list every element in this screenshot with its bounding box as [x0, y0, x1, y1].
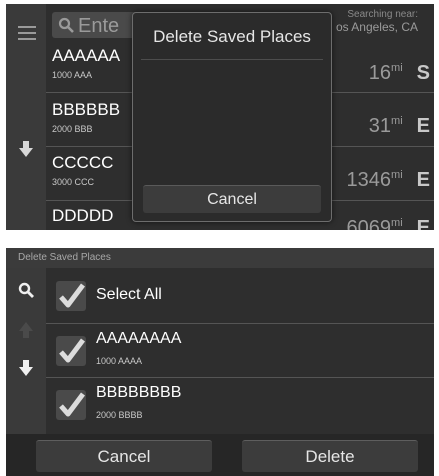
list-item[interactable]: BBBBBBBB 2000 BBBB	[46, 378, 434, 434]
checkmark-icon	[59, 283, 85, 308]
place-name: BBBBBBBB	[96, 384, 182, 401]
select-all-row[interactable]: Select All	[46, 268, 434, 324]
menu-icon[interactable]	[18, 26, 36, 40]
scroll-up-icon	[19, 322, 33, 343]
divider	[141, 59, 323, 60]
dialog-title: Delete Saved Places	[153, 27, 311, 46]
cancel-button[interactable]: Cancel	[143, 185, 321, 213]
place-name: AAAAAAAA	[96, 330, 182, 347]
cancel-button[interactable]: Cancel	[36, 440, 212, 472]
item-checkbox[interactable]	[56, 390, 86, 420]
saved-places-screen: Ente Searching near: os Angeles, CA AAAA…	[6, 4, 434, 230]
search-placeholder: Ente	[78, 15, 120, 37]
checkmark-icon	[59, 392, 85, 417]
scroll-down-icon[interactable]	[19, 360, 33, 381]
action-bar: Cancel Delete	[6, 434, 434, 476]
sidebar	[6, 4, 46, 230]
select-all-checkbox[interactable]	[56, 281, 86, 311]
place-address: 2000 BBBB	[96, 410, 143, 420]
search-icon	[58, 17, 74, 38]
select-all-label: Select All	[96, 286, 162, 303]
item-checkbox[interactable]	[56, 336, 86, 366]
searching-near-label: Searching near: os Angeles, CA	[335, 9, 418, 34]
list-item[interactable]: AAAAAAAA 1000 AAAA	[46, 324, 434, 378]
search-icon[interactable]	[18, 282, 34, 303]
delete-dialog: Delete Saved Places Cancel	[132, 12, 332, 222]
screen-title: Delete Saved Places	[6, 248, 434, 268]
delete-saved-places-screen: Delete Saved Places Select All AAAAAAAA …	[6, 248, 434, 476]
sidebar	[6, 268, 46, 434]
checkmark-icon	[59, 338, 85, 363]
scroll-down-icon[interactable]	[19, 141, 33, 157]
place-address: 1000 AAAA	[96, 356, 143, 366]
delete-button[interactable]: Delete	[242, 440, 418, 472]
